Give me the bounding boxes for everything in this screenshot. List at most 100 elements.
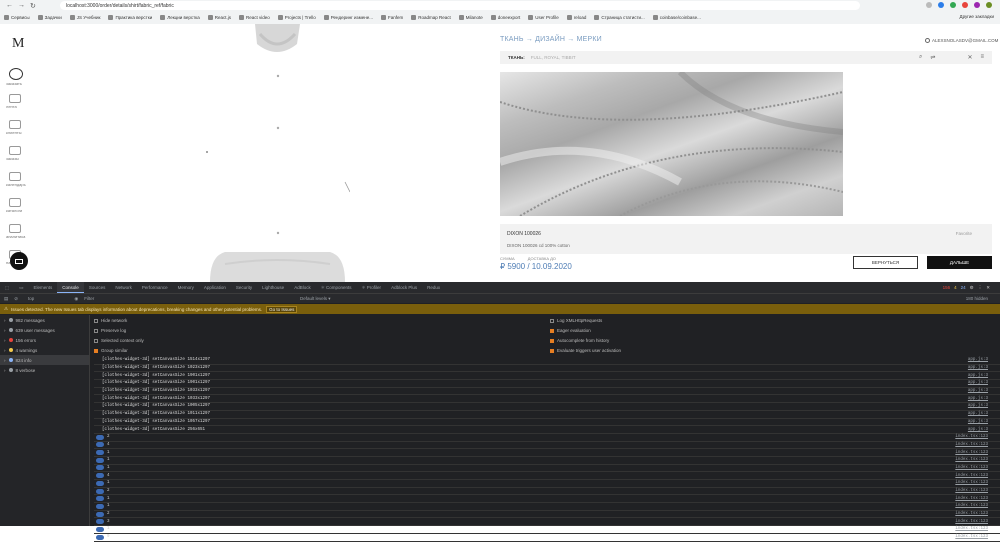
log-group-row[interactable]: 1 index.tsx:123 <box>94 503 1000 511</box>
bookmark-item[interactable]: Задачки <box>37 15 62 20</box>
console-option[interactable]: Group similar <box>94 348 128 353</box>
devtools-tab[interactable]: Application <box>199 282 231 293</box>
source-link[interactable]: app.js:3 <box>968 397 988 401</box>
source-link[interactable]: index.tsx:123 <box>955 474 988 478</box>
log-group-row[interactable]: 1 index.tsx:123 <box>94 480 1000 488</box>
search-input[interactable]: FULL, ROYAL, TIBBIT <box>531 55 576 60</box>
source-link[interactable]: index.tsx:123 <box>955 512 988 516</box>
devtools-tab[interactable]: Network <box>110 282 137 293</box>
source-link[interactable]: index.tsx:123 <box>955 458 988 462</box>
extension-icon[interactable] <box>938 2 944 8</box>
filter-icon[interactable]: ⇌ <box>930 54 935 61</box>
bookmark-item[interactable]: User Profile <box>528 15 559 20</box>
source-link[interactable]: index.tsx:123 <box>955 466 988 470</box>
filter-input[interactable]: Filter <box>84 296 94 301</box>
bookmark-item[interactable]: reload <box>566 15 586 20</box>
next-button[interactable]: ДАЛЬШЕ <box>927 256 992 269</box>
devtools-tab[interactable]: Redux <box>422 282 445 293</box>
eye-icon[interactable]: ◉ <box>74 296 78 302</box>
devtools-tab[interactable]: Memory <box>173 282 199 293</box>
clear-icon[interactable]: ✕ <box>967 54 972 61</box>
console-filter-item[interactable]: › 4 warnings <box>0 345 89 355</box>
sidebar-toggle-icon[interactable]: ▤ <box>4 296 8 302</box>
console-filter-item[interactable]: › 639 user messages <box>0 325 89 335</box>
source-link[interactable]: index.tsx:123 <box>955 497 988 501</box>
bookmark-item[interactable]: React.js <box>207 15 231 20</box>
log-row[interactable]: [clothes-widget-3d] setCanvasSize 256x65… <box>94 426 1000 434</box>
devtools-tab[interactable]: ⚛ Components <box>316 282 357 293</box>
log-group-row[interactable]: 4 index.tsx:123 <box>94 472 1000 480</box>
fabric-search[interactable]: ТКАНЬ: FULL, ROYAL, TIBBIT ⌕ ⇌ ✕ ≡ <box>500 51 992 64</box>
console-filter-item[interactable]: › 982 messages <box>0 315 89 325</box>
log-row[interactable]: [clothes-widget-3d] setCanvasSize 1005x1… <box>94 403 1000 411</box>
console-option[interactable]: Log XMLHttpRequests <box>550 318 602 323</box>
close-icon[interactable]: ✕ <box>986 285 990 291</box>
source-link[interactable]: index.tsx:123 <box>955 527 988 531</box>
checkbox[interactable] <box>550 318 554 323</box>
bookmark-item[interactable]: coinbase/coinbase... <box>652 15 701 20</box>
inspect-icon[interactable]: ⬚ <box>0 282 14 293</box>
checkbox[interactable] <box>94 338 98 343</box>
user-account[interactable]: ALEXSNOLASDV@GMAIL.COM <box>925 38 998 43</box>
log-row[interactable]: [clothes-widget-3d] setCanvasSize 1057x1… <box>94 419 1000 427</box>
breadcrumb[interactable]: ТКАНЬ → ДИЗАЙН → МЕРКИ <box>500 36 602 43</box>
bookmark-item[interactable]: doneexport <box>490 15 520 20</box>
source-link[interactable]: index.tsx:123 <box>955 451 988 455</box>
source-link[interactable]: app.js:3 <box>968 374 988 378</box>
devtools-tab[interactable]: ⚛ Profiler <box>357 282 387 293</box>
device-icon[interactable]: ▭ <box>14 282 28 293</box>
bookmark-item[interactable]: Projects | Trello <box>277 15 316 20</box>
source-link[interactable]: app.js:3 <box>968 389 988 393</box>
console-filter-item[interactable]: › 8 verbose <box>0 365 89 375</box>
log-row[interactable]: [clothes-widget-3d] setCanvasSize 1033x1… <box>94 395 1000 404</box>
sidebar-item[interactable]: каталоги <box>6 198 36 224</box>
source-link[interactable]: index.tsx:123 <box>955 443 988 447</box>
go-to-issues-button[interactable]: Go to Issues <box>266 305 298 313</box>
sidebar-item[interactable]: лента <box>6 94 36 120</box>
bookmark-item[interactable]: Практика верстки <box>108 15 152 20</box>
fabric-image[interactable] <box>500 72 843 216</box>
log-row[interactable]: [clothes-widget-3d] setCanvasSize 1011x1… <box>94 411 1000 419</box>
error-count[interactable]: 156 <box>943 285 951 291</box>
other-bookmarks[interactable]: Другие закладки <box>960 14 994 19</box>
log-row[interactable]: [clothes-widget-3d] setCanvasSize 1033x1… <box>94 388 1000 396</box>
log-group-row[interactable]: 2 index.tsx:123 <box>94 511 1000 519</box>
devtools-tab[interactable]: AdBlock <box>289 282 316 293</box>
source-link[interactable]: app.js:3 <box>968 381 988 385</box>
source-link[interactable]: app.js:3 <box>968 412 988 416</box>
devtools-tab[interactable]: Lighthouse <box>257 282 289 293</box>
bookmark-item[interactable]: Milanote <box>458 15 483 20</box>
log-group-row[interactable]: 1 index.tsx:123 <box>94 526 1000 534</box>
bookmark-item[interactable]: React video <box>239 15 270 20</box>
bookmark-item[interactable]: Сервисы <box>4 15 30 20</box>
devtools-tab[interactable]: Console <box>57 282 84 293</box>
console-option[interactable]: Hide network <box>94 318 127 323</box>
settings-icon[interactable]: ⚙ <box>970 285 974 291</box>
log-row[interactable]: [clothes-widget-3d] setCanvasSize 1514x1… <box>94 357 1000 365</box>
log-group-row[interactable]: 1 index.tsx:123 <box>94 465 1000 473</box>
source-link[interactable]: app.js:3 <box>968 404 988 408</box>
log-group-row[interactable]: 9 index.tsx:123 <box>94 534 1000 542</box>
forward-icon[interactable]: → <box>18 2 25 10</box>
log-group-row[interactable]: 4 index.tsx:123 <box>94 442 1000 450</box>
log-row[interactable]: [clothes-widget-3d] setCanvasSize 1901x1… <box>94 380 1000 388</box>
extension-icon[interactable] <box>974 2 980 8</box>
bookmark-item[interactable]: Рендеринг измене... <box>323 15 373 20</box>
warning-count[interactable]: 4 <box>954 285 957 291</box>
sidebar-item[interactable]: аналитика <box>6 224 36 250</box>
log-group-row[interactable]: 1 index.tsx:123 <box>94 457 1000 465</box>
bookmark-item[interactable]: Лекции верстка <box>160 15 200 20</box>
source-link[interactable]: index.tsx:123 <box>955 481 988 485</box>
console-filter-item[interactable]: › 156 errors <box>0 335 89 345</box>
checkbox[interactable] <box>94 328 98 333</box>
extension-icon[interactable] <box>962 2 968 8</box>
extension-icon[interactable] <box>950 2 956 8</box>
source-link[interactable]: index.tsx:123 <box>955 535 988 539</box>
checkbox[interactable] <box>550 338 554 343</box>
devtools-tab[interactable]: Sources <box>84 282 111 293</box>
console-option[interactable]: Selected context only <box>94 338 144 343</box>
console-option[interactable]: Preserve log <box>94 328 126 333</box>
source-link[interactable]: app.js:3 <box>968 420 988 424</box>
address-bar[interactable]: localhost:3000/order/details/shirt/fabri… <box>60 1 860 10</box>
sidebar-item[interactable]: заказать <box>6 68 36 94</box>
